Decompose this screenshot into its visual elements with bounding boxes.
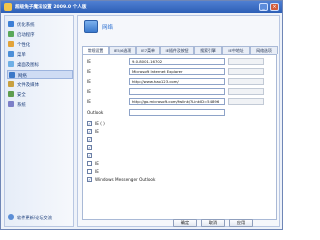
tab-ie56-options[interactable]: IE5/6选项	[109, 46, 136, 54]
ie-homepage-field[interactable]: http://www.hao123.com/	[129, 78, 225, 85]
ie-version-field[interactable]: 9.0.8001.16702	[129, 58, 225, 65]
checkbox-label: IE ( )	[95, 121, 105, 126]
ok-button[interactable]: 确定	[173, 219, 197, 227]
desktop-icon	[8, 61, 14, 67]
tab-search-engine[interactable]: 搜索引擎	[194, 46, 222, 54]
checkbox[interactable]	[87, 161, 92, 166]
window-title: 超级兔子魔法设置 2009.0 个人版	[15, 5, 87, 10]
globe-icon	[8, 214, 14, 220]
outlook-field[interactable]	[129, 109, 225, 116]
ie-title-field[interactable]: Microsoft Internet Explorer	[129, 68, 225, 75]
tab-ie-plugins[interactable]: IE插件及按钮	[160, 46, 194, 54]
sidebar-item-label: 文件及媒体	[17, 83, 39, 88]
sidebar: 优化系统 启动程序 个性化 菜单 桌面及图标 网络 文件及媒体 安全 系统 软件…	[4, 15, 74, 227]
update-forum-link[interactable]: 软件更新/论坛交流	[7, 212, 73, 222]
sidebar-item-label: 优化系统	[17, 23, 35, 28]
personalize-icon	[8, 41, 14, 47]
field-label: IE	[87, 59, 91, 64]
sidebar-item-label: 网络	[18, 74, 27, 79]
sidebar-item-label: 系统	[17, 103, 26, 108]
sidebar-item-label: 个性化	[17, 43, 31, 48]
tab-strip: 常规设置 IE5/6选项 IE7菜单 IE插件及按钮 搜索引擎 IE中地址 网络…	[82, 46, 278, 55]
ie-blank-page-field[interactable]	[129, 88, 225, 95]
sidebar-item-menu[interactable]: 菜单	[7, 50, 73, 59]
side-button[interactable]	[228, 98, 264, 105]
side-button[interactable]	[228, 78, 264, 85]
update-forum-label: 软件更新/论坛交流	[17, 215, 52, 220]
sidebar-item-label: 菜单	[17, 53, 26, 58]
sidebar-item-file-media[interactable]: 文件及媒体	[7, 80, 73, 89]
field-label: IE	[87, 79, 91, 84]
outlook-label: Outlook	[87, 110, 104, 115]
tab-ie7-menu[interactable]: IE7菜单	[136, 46, 160, 54]
sidebar-item-personalize[interactable]: 个性化	[7, 40, 73, 49]
apply-button[interactable]: 应用	[229, 219, 253, 227]
security-icon	[8, 91, 14, 97]
minimize-icon[interactable]: _	[259, 3, 268, 11]
sidebar-item-network[interactable]: 网络	[7, 70, 73, 79]
sidebar-item-optimize[interactable]: 优化系统	[7, 20, 73, 29]
field-label: IE	[87, 69, 91, 74]
sidebar-item-security[interactable]: 安全	[7, 90, 73, 99]
side-button[interactable]	[228, 88, 264, 95]
checkbox[interactable]: ✓	[87, 137, 92, 142]
tab-ie-address[interactable]: IE中地址	[222, 46, 250, 54]
checkbox[interactable]: ✓	[87, 145, 92, 150]
sidebar-item-label: 启动程序	[17, 33, 35, 38]
close-icon[interactable]: ×	[270, 3, 279, 11]
checkbox[interactable]	[87, 169, 92, 174]
sidebar-item-system[interactable]: 系统	[7, 100, 73, 109]
main-panel: 网络 常规设置 IE5/6选项 IE7菜单 IE插件及按钮 搜索引擎 IE中地址…	[77, 15, 280, 227]
app-rabbit-icon	[4, 3, 12, 11]
checkbox[interactable]: ✓	[87, 177, 92, 182]
tab-network-options[interactable]: 网络选项	[250, 46, 278, 54]
side-button[interactable]	[228, 58, 264, 65]
title-bar[interactable]: 超级兔子魔法设置 2009.0 个人版 _ ×	[1, 1, 282, 13]
tab-panel: IE 9.0.8001.16702 IE Microsoft Internet …	[82, 54, 277, 220]
network-header-icon	[84, 20, 98, 33]
field-label: IE	[87, 89, 91, 94]
side-button[interactable]	[228, 68, 264, 75]
network-icon	[9, 72, 15, 78]
startup-icon	[8, 31, 14, 37]
checkbox[interactable]: ✓	[87, 129, 92, 134]
system-icon	[8, 21, 14, 27]
checkbox[interactable]: ✓	[87, 153, 92, 158]
sidebar-item-desktop[interactable]: 桌面及图标	[7, 60, 73, 69]
checkbox[interactable]: ✓	[87, 121, 92, 126]
sidebar-item-label: 安全	[17, 93, 26, 98]
checkbox-label: IE	[95, 129, 99, 134]
sidebar-item-startup[interactable]: 启动程序	[7, 30, 73, 39]
field-label: IE	[87, 99, 91, 104]
ie-search-page-field[interactable]: http://go.microsoft.com/fwlink/?LinkID=5…	[129, 98, 225, 105]
system-settings-icon	[8, 101, 14, 107]
cancel-button[interactable]: 取消	[201, 219, 225, 227]
app-window: 超级兔子魔法设置 2009.0 个人版 _ × 优化系统 启动程序 个性化 菜单…	[0, 0, 283, 230]
menu-icon	[8, 51, 14, 57]
page-title: 网络	[102, 25, 114, 31]
sidebar-item-label: 桌面及图标	[17, 63, 39, 68]
checkbox-label: Windows Messenger Outlook	[95, 177, 156, 182]
file-media-icon	[8, 81, 14, 87]
checkbox-label: IE	[95, 169, 99, 174]
checkbox-label: IE	[95, 161, 99, 166]
